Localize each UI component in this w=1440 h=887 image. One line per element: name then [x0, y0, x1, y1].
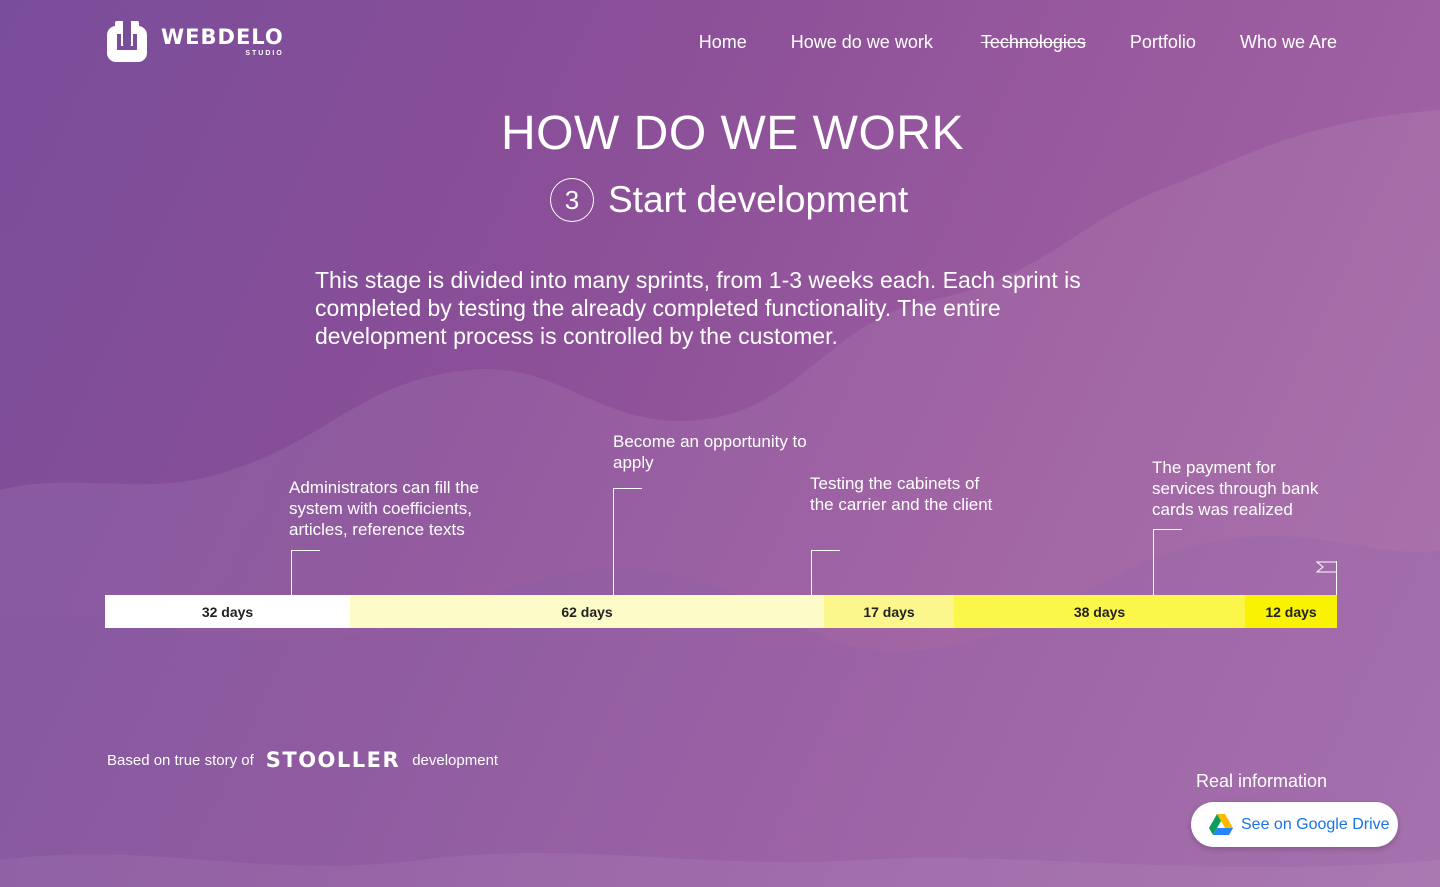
timeline-segment: 32 days	[105, 595, 350, 628]
google-drive-button[interactable]: See on Google Drive	[1191, 802, 1398, 847]
step-description: This stage is divided into many sprints,…	[315, 267, 1081, 349]
credit-suffix: development	[412, 751, 499, 769]
milestone-label-2: Become an opportunity to apply	[613, 432, 807, 472]
segment-label: 38 days	[1073, 603, 1126, 620]
segment-label: 12 days	[1265, 603, 1317, 620]
brand-name: WEBDELO	[161, 25, 284, 49]
nav-portfolio[interactable]: Portfolio	[1130, 32, 1196, 53]
nav-technologies[interactable]: Technologies	[981, 32, 1086, 53]
real-info-label: Real information	[1196, 771, 1328, 791]
logo-wordmark: WEBDELO STUDIO	[161, 25, 284, 58]
main-nav: Home Howe do we work Technologies Portfo…	[699, 32, 1337, 53]
segment-label: 32 days	[201, 603, 254, 620]
webdelo-logo[interactable]: WEBDELO STUDIO	[105, 20, 284, 64]
milestone-label-3: Testing the cabinets of the carrier and …	[810, 474, 993, 514]
credit-prefix: Based on true story of	[107, 751, 254, 769]
nav-home[interactable]: Home	[699, 32, 747, 53]
google-drive-button-label: See on Google Drive	[1241, 815, 1390, 833]
brand-sub: STUDIO	[245, 50, 284, 57]
site-header: WEBDELO STUDIO Home Howe do we work Tech…	[0, 0, 1440, 85]
step-title: Start development	[608, 179, 909, 220]
google-drive-icon	[1209, 814, 1233, 835]
milestone-marker-2	[613, 488, 642, 596]
finish-flag-icon	[1316, 561, 1337, 595]
timeline-segment: 17 days	[824, 595, 954, 628]
milestone-marker-3	[811, 550, 840, 596]
segment-label: 17 days	[863, 603, 915, 620]
page-title: HOW DO WE WORK	[501, 107, 964, 160]
milestone-label-1: Administrators can fill the system with …	[289, 478, 479, 539]
milestone-marker-4	[1153, 529, 1182, 596]
segment-label: 62 days	[561, 603, 613, 620]
timeline-segment: 62 days	[350, 595, 824, 628]
stooller-logo[interactable]: STOOLLER	[266, 748, 400, 772]
nav-how-do-we-work[interactable]: Howe do we work	[791, 32, 933, 53]
timeline-bar: 32 days 62 days 17 days 38 days 12 days	[105, 595, 1337, 628]
milestone-label-4: The payment for services through bank ca…	[1152, 458, 1319, 519]
step-number-badge: 3	[550, 178, 594, 222]
webdelo-logo-icon	[107, 20, 147, 62]
timeline-segment: 12 days	[1245, 595, 1337, 628]
timeline-segment: 38 days	[954, 595, 1245, 628]
nav-who-we-are[interactable]: Who we Are	[1240, 32, 1337, 53]
project-credit: Based on true story of STOOLLER developm…	[107, 748, 498, 772]
step-heading: 3 Start development	[550, 178, 908, 222]
milestone-marker-1	[291, 550, 320, 596]
